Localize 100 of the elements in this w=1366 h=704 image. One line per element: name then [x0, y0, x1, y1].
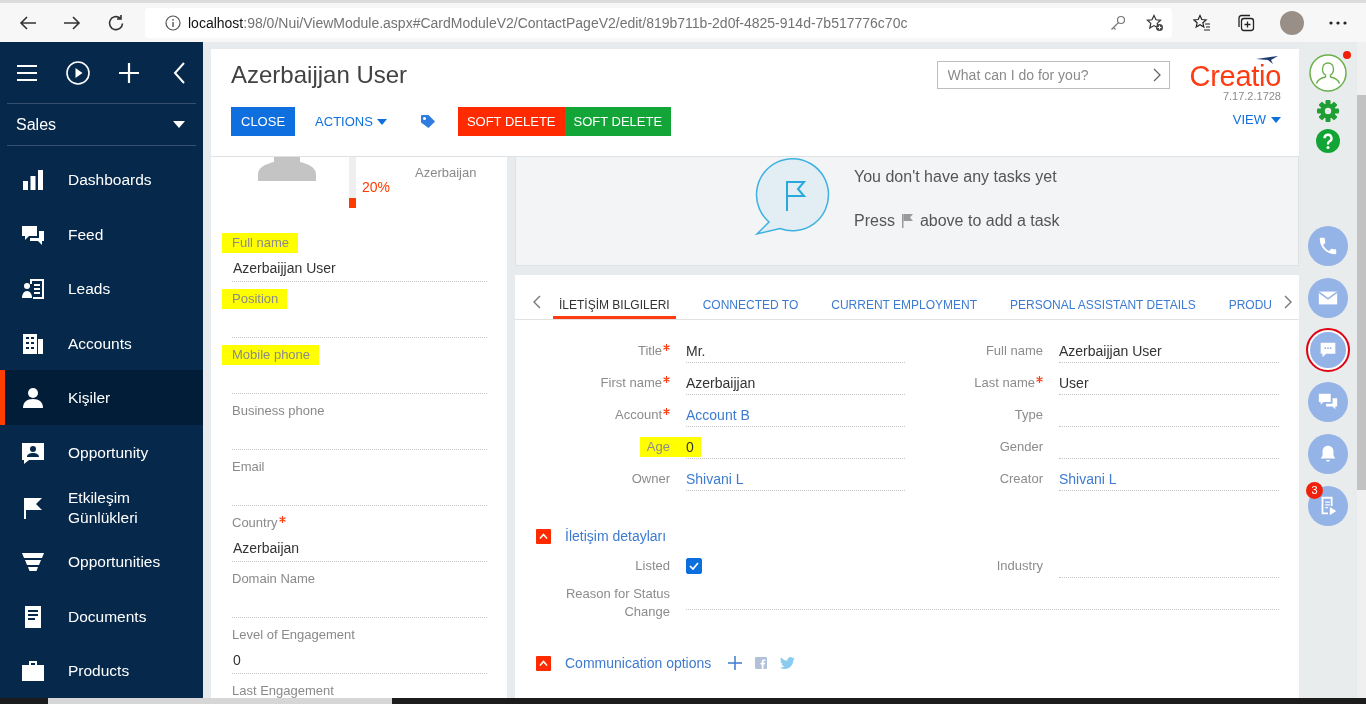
phone-icon	[1317, 235, 1339, 257]
field-label: Age	[639, 437, 686, 457]
help-icon[interactable]	[1316, 129, 1340, 153]
text-field[interactable]: Account B	[686, 399, 905, 427]
sidebar-item[interactable]: Leads	[0, 261, 203, 316]
close-button[interactable]: CLOSE	[231, 107, 296, 136]
delete-button[interactable]: SOFT DELETE	[457, 107, 565, 136]
more-icon[interactable]	[1328, 20, 1348, 25]
scrollbar-thumb[interactable]	[48, 698, 392, 704]
chevron-right-icon[interactable]	[1284, 295, 1293, 309]
field-label: Creator	[999, 470, 1043, 488]
tab[interactable]: PERSONAL ASSISTANT DETAILS	[1004, 275, 1202, 319]
person-card-icon	[21, 440, 45, 465]
info-icon[interactable]	[165, 14, 181, 31]
field-label: Account	[615, 406, 662, 424]
link[interactable]: Account B	[686, 407, 750, 423]
processes-button[interactable]: 3	[1306, 484, 1350, 528]
tag-icon[interactable]	[419, 113, 436, 130]
address-field[interactable]: localhost:98/0/Nui/ViewModule.aspx#CardModuleV2/ContactPageV2/edit/819b711b-2d0f-4825-914d-7b517776c70c	[145, 7, 1172, 38]
sidebar-item[interactable]: Products	[0, 643, 203, 698]
profile-avatar[interactable]	[1280, 10, 1304, 35]
chevron-right-icon[interactable]	[1152, 68, 1161, 82]
favorites-icon[interactable]	[1193, 13, 1211, 32]
person-list-icon	[21, 277, 45, 302]
tab[interactable]: PRODU	[1222, 275, 1279, 319]
task-hint-text: above to add a task	[919, 211, 1060, 231]
tab[interactable]: İLETİŞİM BILGILERI	[553, 275, 676, 319]
app-logo[interactable]: Creatio	[1189, 64, 1281, 89]
bar-chart-icon	[21, 168, 45, 192]
caret-down-icon	[376, 118, 387, 125]
scrollbar-thumb[interactable]	[1357, 95, 1366, 490]
link[interactable]: Shivani L	[686, 471, 744, 487]
view-menu-button[interactable]: VIEW	[1232, 111, 1281, 129]
caret-up-icon	[539, 660, 548, 666]
checkbox[interactable]	[686, 558, 702, 574]
field-label: Last Engagement	[232, 684, 334, 698]
link[interactable]: Shivani L	[1059, 471, 1117, 487]
collapse-button[interactable]	[536, 655, 551, 671]
input-field[interactable]: 0	[232, 649, 487, 674]
version-text: 7.17.2.1728	[1222, 90, 1281, 102]
flag-icon	[901, 214, 913, 228]
sidebar-item[interactable]: Documents	[0, 588, 203, 644]
field-label: Gender	[999, 438, 1043, 456]
text-field[interactable]: Shivani L	[686, 463, 905, 491]
field-label: Owner	[631, 470, 670, 488]
forward-icon[interactable]	[63, 13, 81, 32]
section-title[interactable]: İletişim detayları	[565, 528, 667, 544]
sidebar-item[interactable]: Opportunities	[0, 534, 203, 589]
sidebar-item[interactable]: Dashboards	[0, 152, 203, 207]
text-field[interactable]: Azerbaijjan User	[1059, 335, 1279, 363]
back-icon[interactable]	[19, 13, 37, 32]
tab[interactable]: CONNECTED TO	[696, 275, 805, 319]
empty-tasks-text: You don't have any tasks yet	[854, 167, 1058, 187]
workplace-dropdown[interactable]: Sales	[7, 104, 196, 146]
field-label: Business phone	[232, 404, 325, 418]
search-field[interactable]: What can I do for you?	[936, 61, 1170, 89]
field-label: Reason for Status Change	[565, 585, 670, 621]
actions-menu-button[interactable]: ACTIONS	[307, 107, 395, 136]
text-field[interactable]: User	[1059, 367, 1279, 395]
sidebar-item[interactable]: Feed	[0, 206, 203, 262]
field-label: Mobile phone	[222, 345, 320, 365]
field-label: Domain Name	[232, 572, 316, 586]
notification-badge: 3	[1306, 482, 1323, 499]
sidebar-item[interactable]: Kişiler	[0, 370, 203, 425]
caret-down-icon	[1271, 117, 1281, 123]
collapse-button[interactable]	[536, 528, 551, 544]
collections-icon[interactable]	[1237, 13, 1255, 32]
field-label: Last name	[974, 374, 1035, 392]
sidebar-item[interactable]: Accounts	[0, 315, 203, 371]
text-field[interactable]: 0	[686, 431, 905, 459]
user-avatar-icon[interactable]	[1309, 54, 1347, 92]
caret-up-icon	[539, 533, 548, 539]
star-add-icon[interactable]	[1146, 13, 1164, 32]
text-field[interactable]: Mr.	[686, 335, 905, 363]
chat-button[interactable]	[1306, 328, 1350, 372]
building-icon	[21, 331, 45, 356]
tab[interactable]: CURRENT EMPLOYMENT	[825, 275, 984, 319]
field-label: Type	[1014, 406, 1043, 424]
input-field[interactable]: Azerbaijjan User	[232, 257, 487, 282]
section-title[interactable]: Communication options	[565, 655, 712, 671]
completeness-text: 20%	[362, 179, 391, 195]
field-label: First name	[600, 374, 662, 392]
input-field[interactable]: Azerbaijan	[232, 537, 487, 562]
settings-icon[interactable]	[1316, 99, 1340, 123]
facebook-icon[interactable]	[755, 657, 768, 669]
text-field[interactable]: Shivani L	[1059, 463, 1279, 491]
key-icon[interactable]	[1110, 14, 1126, 31]
sidebar-item[interactable]: Opportunity	[0, 424, 203, 480]
reload-icon[interactable]	[107, 13, 125, 32]
task-hint-text: Press	[854, 211, 895, 231]
field-label: Full name	[985, 342, 1043, 360]
field-label: Level of Engagement	[232, 628, 355, 642]
record-title: Azerbaijjan User	[231, 60, 409, 90]
text-field[interactable]: Azerbaijjan	[686, 367, 905, 395]
bird-icon[interactable]	[780, 657, 796, 669]
avatar-silhouette	[258, 157, 316, 181]
field-label: Country	[232, 516, 278, 530]
sidebar-item[interactable]: Etkileşim Günlükleri	[0, 479, 203, 535]
field-label: Full name	[222, 233, 299, 253]
play-icon[interactable]	[66, 60, 90, 85]
